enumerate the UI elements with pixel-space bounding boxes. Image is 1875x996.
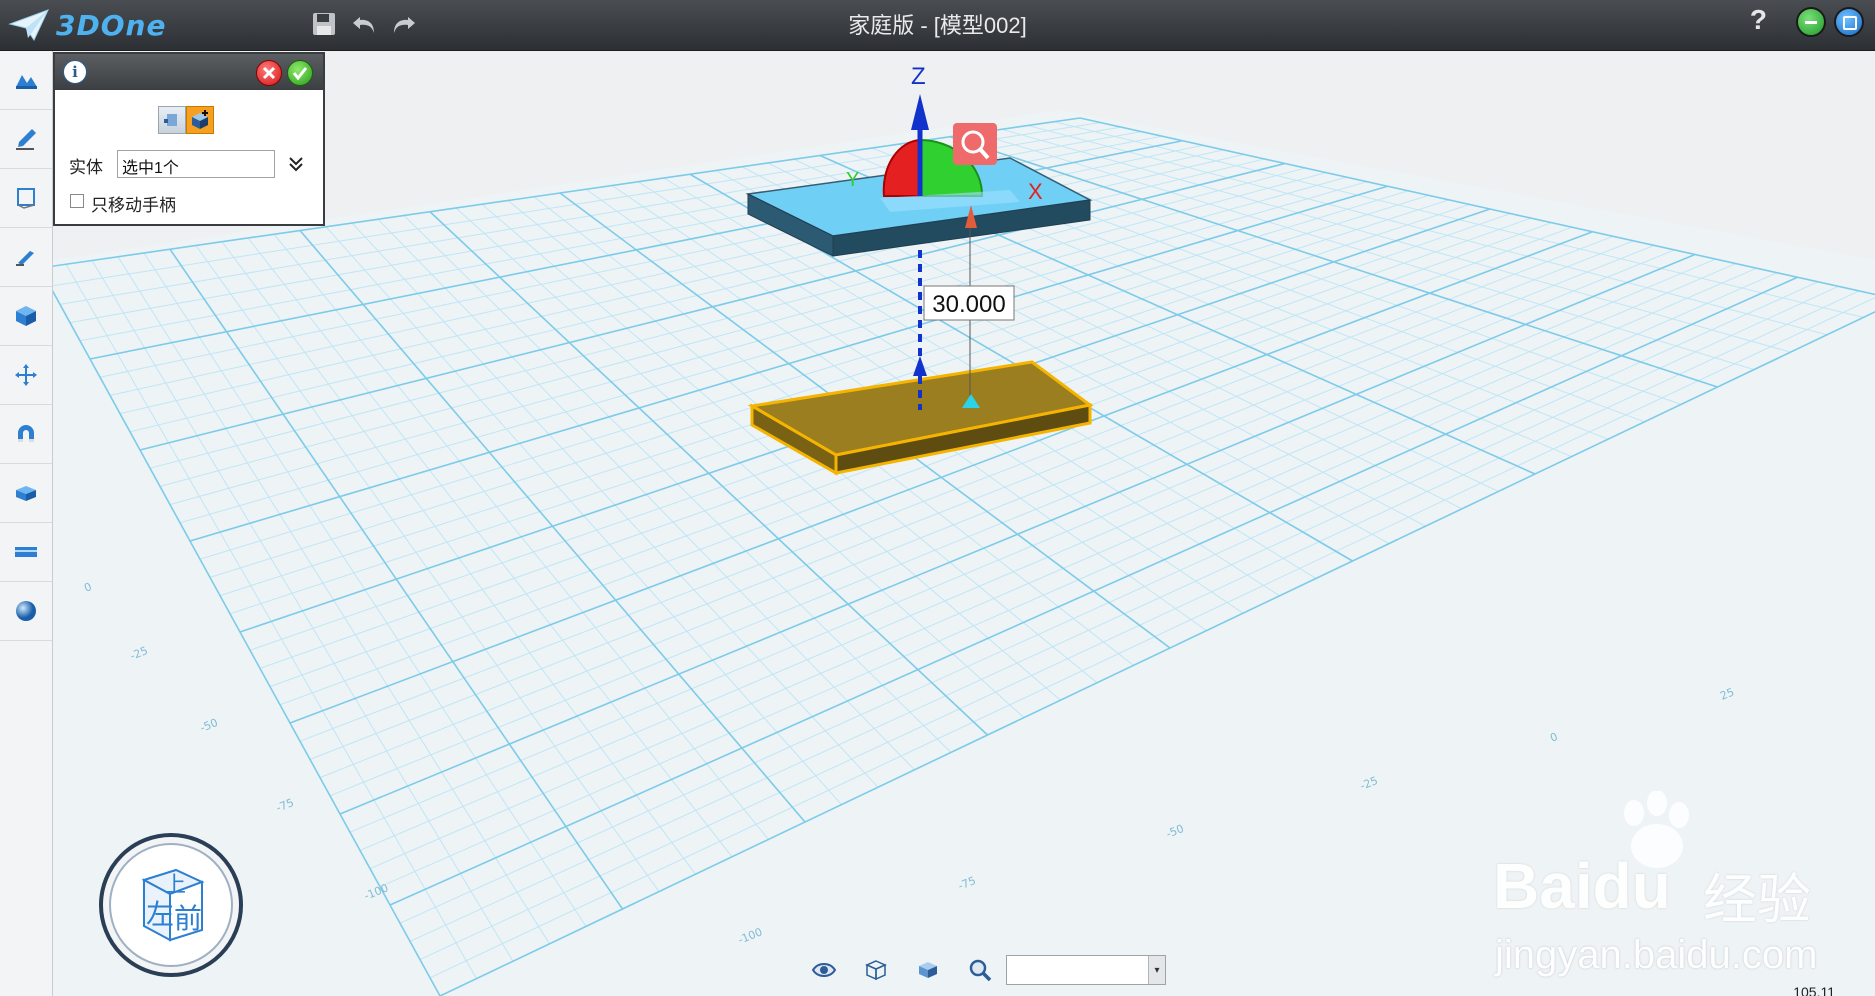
move-handle-checkbox[interactable] (70, 194, 84, 208)
view-preset-select[interactable]: ▾ (1006, 955, 1166, 985)
check-icon (292, 67, 308, 81)
view-cube-front-label: 前 (174, 902, 202, 935)
move-icon (15, 364, 37, 386)
restore-button[interactable] (1834, 7, 1864, 37)
watermark: Baidu 经验 jingyan.baidu.com (1433, 791, 1853, 991)
axis-z-label: Z (911, 63, 926, 90)
close-icon (262, 66, 276, 80)
solid-cube-icon (919, 962, 937, 978)
special-function-tool[interactable] (0, 228, 52, 287)
move-tool[interactable] (0, 346, 52, 405)
minimize-icon (1805, 21, 1817, 24)
info-icon[interactable]: i (63, 60, 87, 84)
sketch-edit-icon (17, 188, 35, 209)
view-cube-top-label: 上 (164, 873, 186, 898)
coordinate-readout: 105.11 (1793, 984, 1835, 996)
minimize-button[interactable] (1796, 7, 1826, 37)
entity-label: 实体 (69, 158, 103, 177)
view-cube[interactable]: 上 左 前 (98, 832, 244, 978)
magnet-icon (18, 425, 34, 442)
panel-header: i (55, 54, 323, 90)
move-copy-icon (192, 110, 208, 129)
material-sphere-icon (16, 601, 36, 621)
move-solid-icon (164, 114, 177, 126)
window-title: 家庭版 - [模型002] (848, 13, 1027, 38)
mode-point-move-button[interactable] (186, 106, 214, 134)
dropdown-arrow-icon[interactable]: ▾ (1148, 956, 1165, 984)
pattern-tool[interactable] (0, 464, 52, 523)
sketch-wrench-icon (16, 251, 34, 266)
watermark-url: jingyan.baidu.com (1495, 933, 1818, 977)
pattern-icon (16, 486, 36, 501)
material-tool[interactable] (0, 582, 52, 641)
zoom-lens-button[interactable] (953, 123, 997, 165)
help-button[interactable]: ? (1750, 4, 1767, 36)
wireframe-view-button[interactable] (858, 952, 894, 988)
axis-y-label: Y (846, 169, 859, 191)
feature-tool[interactable] (0, 287, 52, 346)
mode-dynamic-move-button[interactable] (158, 106, 186, 134)
feature-icon (16, 306, 36, 326)
entity-field[interactable]: 选中1个 (117, 150, 275, 178)
view-cube-left-label: 左 (146, 898, 174, 931)
eye-icon (811, 963, 837, 977)
left-toolbar (0, 51, 53, 996)
measure-icon (15, 547, 37, 557)
sketch-tool[interactable] (0, 110, 52, 169)
view-display-button[interactable] (806, 952, 842, 988)
sketch-edit-tool[interactable] (0, 169, 52, 228)
shaded-view-button[interactable] (910, 952, 946, 988)
basic-shape-tool[interactable] (0, 51, 52, 110)
combine-tool[interactable] (0, 405, 52, 464)
watermark-sub: 经验 (1703, 870, 1811, 930)
restore-icon (1843, 16, 1857, 30)
measure-tool[interactable] (0, 523, 52, 582)
expand-options-button[interactable] (285, 150, 307, 178)
wireframe-cube-icon (865, 960, 887, 981)
confirm-button[interactable] (287, 60, 313, 86)
3d-viewport[interactable]: 0 -25 -50 -75 -100 25 0 -25 -50 -75 -100 (53, 51, 1875, 996)
title-bar: 3DOne 家庭版 - [模型002] ? (0, 0, 1875, 51)
watermark-brand: Baidu (1493, 850, 1671, 922)
zoom-icon (969, 959, 992, 982)
move-handle-label: 只移动手柄 (91, 196, 176, 215)
double-chevron-down-icon (289, 157, 303, 172)
sketch-icon (16, 129, 36, 150)
move-properties-panel: i 实体 选中1个 只移动手柄 (53, 52, 325, 226)
basic-shape-icon (16, 75, 37, 89)
cancel-button[interactable] (256, 60, 282, 86)
zoom-fit-button[interactable] (962, 952, 998, 988)
axis-x-label: X (1028, 179, 1043, 204)
distance-value[interactable]: 30.000 (932, 291, 1005, 318)
